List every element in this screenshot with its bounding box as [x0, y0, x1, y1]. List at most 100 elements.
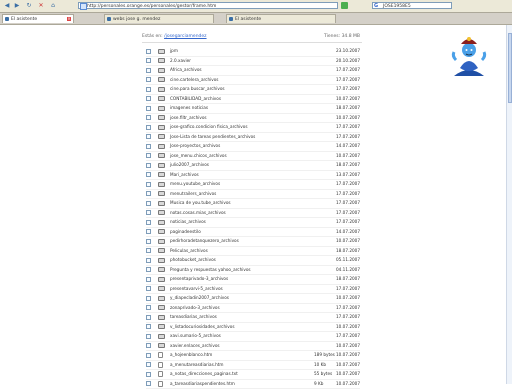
- folder-row[interactable]: paginadeestilo14.07.2007: [146, 228, 360, 238]
- folder-row[interactable]: jpm23.10.2007: [146, 47, 360, 57]
- select-checkbox[interactable]: [146, 87, 151, 92]
- folder-row[interactable]: Africa_archivos17.07.2007: [146, 66, 360, 76]
- item-name[interactable]: xavi.sumario-5_archivos: [170, 332, 221, 340]
- item-name[interactable]: zonaprivado-3_archivos: [170, 304, 220, 312]
- item-name[interactable]: jose.filtr_archivos: [170, 114, 207, 122]
- folder-row[interactable]: pedirhoradetanquezero_archivos10.07.2007: [146, 237, 360, 247]
- folder-row[interactable]: Peliculas_archivos18.07.2007: [146, 247, 360, 257]
- folder-row[interactable]: noticias_archivos17.07.2007: [146, 218, 360, 228]
- folder-row[interactable]: imagenes noticias18.07.2007: [146, 104, 360, 114]
- folder-row[interactable]: presentavarvi-5_archivos17.07.2007: [146, 285, 360, 295]
- path-link[interactable]: /josegarciamendez: [164, 34, 206, 39]
- tab-el-asistente-2[interactable]: El asistente: [226, 14, 336, 23]
- select-checkbox[interactable]: [146, 58, 151, 63]
- folder-row[interactable]: y_diapecladin2007_archivos10.07.2007: [146, 294, 360, 304]
- close-tab-icon[interactable]: ×: [67, 17, 71, 21]
- item-name[interactable]: Jose-Lista de tareas pendientes_archivos: [170, 133, 255, 141]
- select-checkbox[interactable]: [146, 353, 151, 358]
- select-checkbox[interactable]: [146, 296, 151, 301]
- select-checkbox[interactable]: [146, 96, 151, 101]
- select-checkbox[interactable]: [146, 163, 151, 168]
- select-checkbox[interactable]: [146, 49, 151, 54]
- folder-row[interactable]: presentaprivado-3_archivos18.07.2007: [146, 275, 360, 285]
- folder-row[interactable]: Musica de you.tube_archivos17.07.2007: [146, 199, 360, 209]
- folder-row[interactable]: Pregunta y respuestas yahoo_archivos04.1…: [146, 266, 360, 276]
- folder-row[interactable]: v_listadocuriosidades_archivos10.07.2007: [146, 323, 360, 333]
- select-checkbox[interactable]: [146, 220, 151, 225]
- item-name[interactable]: Jose-proyectos_archivos: [170, 142, 220, 150]
- select-checkbox[interactable]: [146, 343, 151, 348]
- search-input[interactable]: JOSE1958E5: [372, 2, 452, 9]
- folder-row[interactable]: menu.youtube_archivos17.07.2007: [146, 180, 360, 190]
- folder-row[interactable]: 2.0.xavier20.10.2007: [146, 57, 360, 67]
- select-checkbox[interactable]: [146, 153, 151, 158]
- folder-row[interactable]: jose-grafico.condicion fisica_archivos17…: [146, 123, 360, 133]
- item-name[interactable]: paginadeestilo: [170, 228, 201, 236]
- item-name[interactable]: menu.youtube_archivos: [170, 180, 220, 188]
- item-name[interactable]: y_diapecladin2007_archivos: [170, 294, 229, 302]
- item-name[interactable]: a_menutareasdiarias.htm: [170, 361, 224, 369]
- select-checkbox[interactable]: [146, 191, 151, 196]
- folder-row[interactable]: tareasdiarias_archivos17.07.2007: [146, 313, 360, 323]
- item-name[interactable]: cine.para buscar_archivos: [170, 85, 225, 93]
- select-checkbox[interactable]: [146, 315, 151, 320]
- select-checkbox[interactable]: [146, 144, 151, 149]
- home-icon[interactable]: ⌂: [50, 2, 56, 9]
- item-name[interactable]: CONTABILIDAD_archivos: [170, 95, 221, 103]
- item-name[interactable]: Pregunta y respuestas yahoo_archivos: [170, 266, 251, 274]
- select-checkbox[interactable]: [146, 125, 151, 130]
- item-name[interactable]: a_notas_direcciones_paginas.txt: [170, 370, 238, 378]
- folder-row[interactable]: notas.cosas.mias_archivos17.07.2007: [146, 209, 360, 219]
- select-checkbox[interactable]: [146, 172, 151, 177]
- item-name[interactable]: a_hojeenblanco.htm: [170, 351, 212, 359]
- item-name[interactable]: tareasdiarias_archivos: [170, 313, 217, 321]
- select-checkbox[interactable]: [146, 248, 151, 253]
- folder-row[interactable]: Mari_archivos13.07.2007: [146, 171, 360, 181]
- select-checkbox[interactable]: [146, 324, 151, 329]
- select-checkbox[interactable]: [146, 77, 151, 82]
- tab-el-asistente-1[interactable]: El asistente ×: [2, 14, 74, 23]
- folder-row[interactable]: Jose-proyectos_archivos14.07.2007: [146, 142, 360, 152]
- select-checkbox[interactable]: [146, 286, 151, 291]
- item-name[interactable]: presentavarvi-5_archivos: [170, 285, 223, 293]
- item-name[interactable]: noticias_archivos: [170, 218, 206, 226]
- file-row[interactable]: a_menutareasdiarias.htm10 Kb10.07.2007: [146, 361, 360, 371]
- forward-arrow-icon[interactable]: ▶: [14, 2, 20, 9]
- item-name[interactable]: menutrailers_archivos: [170, 190, 216, 198]
- folder-row[interactable]: Jose-Lista de tareas pendientes_archivos…: [146, 133, 360, 143]
- select-checkbox[interactable]: [146, 372, 151, 377]
- select-checkbox[interactable]: [146, 258, 151, 263]
- item-name[interactable]: photobucket_archivos: [170, 256, 216, 264]
- select-checkbox[interactable]: [146, 334, 151, 339]
- item-name[interactable]: presentaprivado-3_archivos: [170, 275, 228, 283]
- item-name[interactable]: xavier.enlaces_archivos: [170, 342, 220, 350]
- select-checkbox[interactable]: [146, 362, 151, 367]
- item-name[interactable]: notas.cosas.mias_archivos: [170, 209, 226, 217]
- folder-row[interactable]: xavi.sumario-5_archivos17.07.2007: [146, 332, 360, 342]
- select-checkbox[interactable]: [146, 106, 151, 111]
- file-row[interactable]: a_notas_direcciones_paginas.txt55 bytes1…: [146, 370, 360, 380]
- item-name[interactable]: pedirhoradetanquezero_archivos: [170, 237, 239, 245]
- folder-row[interactable]: cine.cartelera_archivos17.07.2007: [146, 76, 360, 86]
- item-name[interactable]: Musica de you.tube_archivos: [170, 199, 231, 207]
- folder-row[interactable]: zonaprivado-3_archivos17.07.2007: [146, 304, 360, 314]
- folder-row[interactable]: CONTABILIDAD_archivos10.07.2007: [146, 95, 360, 105]
- tab-webs-jose[interactable]: webs jose g. mendez: [104, 14, 214, 23]
- reload-icon[interactable]: ↻: [26, 2, 32, 9]
- folder-row[interactable]: photobucket_archivos05.11.2007: [146, 256, 360, 266]
- file-row[interactable]: a_hojeenblanco.htm189 bytes10.07.2007: [146, 351, 360, 361]
- item-name[interactable]: jose_menu.chicos_archivos: [170, 152, 227, 160]
- item-name[interactable]: v_listadocuriosidades_archivos: [170, 323, 235, 331]
- vertical-scrollbar[interactable]: [506, 25, 512, 384]
- item-name[interactable]: 2.0.xavier: [170, 57, 191, 65]
- item-name[interactable]: jose-grafico.condicion fisica_archivos: [170, 123, 248, 131]
- file-row[interactable]: a_tareasdiariaspendientes.htm9 Kb10.07.2…: [146, 380, 360, 389]
- folder-row[interactable]: jose_menu.chicos_archivos10.07.2007: [146, 152, 360, 162]
- item-name[interactable]: Peliculas_archivos: [170, 247, 208, 255]
- select-checkbox[interactable]: [146, 134, 151, 139]
- select-checkbox[interactable]: [146, 239, 151, 244]
- select-checkbox[interactable]: [146, 229, 151, 234]
- item-name[interactable]: jpm: [170, 47, 178, 55]
- item-name[interactable]: Africa_archivos: [170, 66, 202, 74]
- stop-icon[interactable]: ✕: [38, 2, 44, 9]
